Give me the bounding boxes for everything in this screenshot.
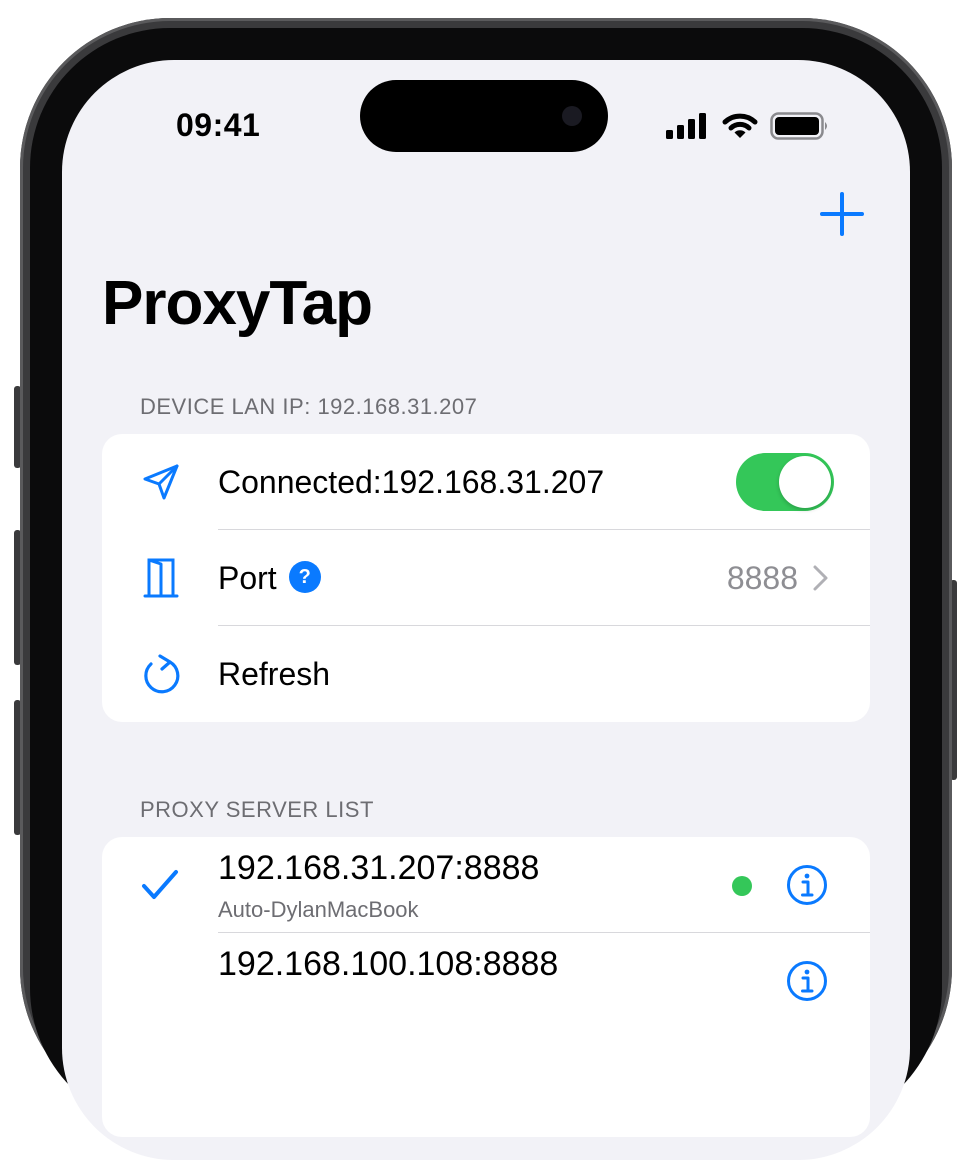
port-label-wrap: Port?: [218, 560, 321, 597]
server-address: 192.168.31.207:8888: [218, 849, 540, 887]
server-address: 192.168.100.108:8888: [218, 945, 559, 983]
port-help-icon[interactable]: ?: [288, 561, 321, 594]
door-icon: [136, 553, 186, 603]
proxy-section-header: PROXY SERVER LIST: [140, 797, 374, 822]
connection-toggle[interactable]: [736, 453, 834, 511]
connection-label: Connected:192.168.31.207: [218, 463, 605, 500]
info-icon[interactable]: [786, 960, 828, 1002]
port-value: 8888: [726, 559, 798, 596]
battery-icon: [770, 112, 827, 140]
refresh-row[interactable]: Refresh: [102, 626, 870, 722]
plus-icon: [820, 192, 864, 236]
chevron-right-icon: [813, 565, 828, 591]
connection-row: Connected:192.168.31.207: [102, 434, 870, 530]
port-label: Port: [218, 559, 277, 596]
toggle-knob: [779, 456, 831, 508]
online-status-dot: [732, 876, 752, 896]
info-icon[interactable]: [786, 864, 828, 906]
location-arrow-icon: [136, 457, 186, 507]
cellular-signal-icon: [666, 113, 706, 139]
add-proxy-button[interactable]: [818, 190, 866, 238]
status-time: 09:41: [176, 107, 261, 143]
list-item[interactable]: 192.168.31.207:8888 Auto-DylanMacBook: [102, 837, 870, 933]
phone-screen: 09:41 ProxyTap DEVICE LAN IP: 192.168.31…: [62, 60, 910, 1160]
list-item[interactable]: 192.168.100.108:8888: [102, 933, 870, 1029]
status-icons: [666, 112, 830, 140]
refresh-icon: [136, 649, 186, 699]
device-section-header: DEVICE LAN IP: 192.168.31.207: [140, 394, 478, 419]
checkmark-icon: [142, 870, 178, 899]
proxy-server-list: 192.168.31.207:8888 Auto-DylanMacBook 19…: [102, 837, 870, 1137]
server-name: Auto-DylanMacBook: [218, 897, 419, 922]
wifi-icon: [722, 113, 758, 138]
page-title: ProxyTap: [102, 269, 373, 338]
front-camera: [562, 106, 582, 126]
dynamic-island: [360, 80, 608, 152]
refresh-label: Refresh: [218, 655, 331, 692]
device-settings-group: Connected:192.168.31.207 Port? 8888 Refr…: [102, 434, 870, 722]
port-row[interactable]: Port? 8888: [102, 530, 870, 626]
